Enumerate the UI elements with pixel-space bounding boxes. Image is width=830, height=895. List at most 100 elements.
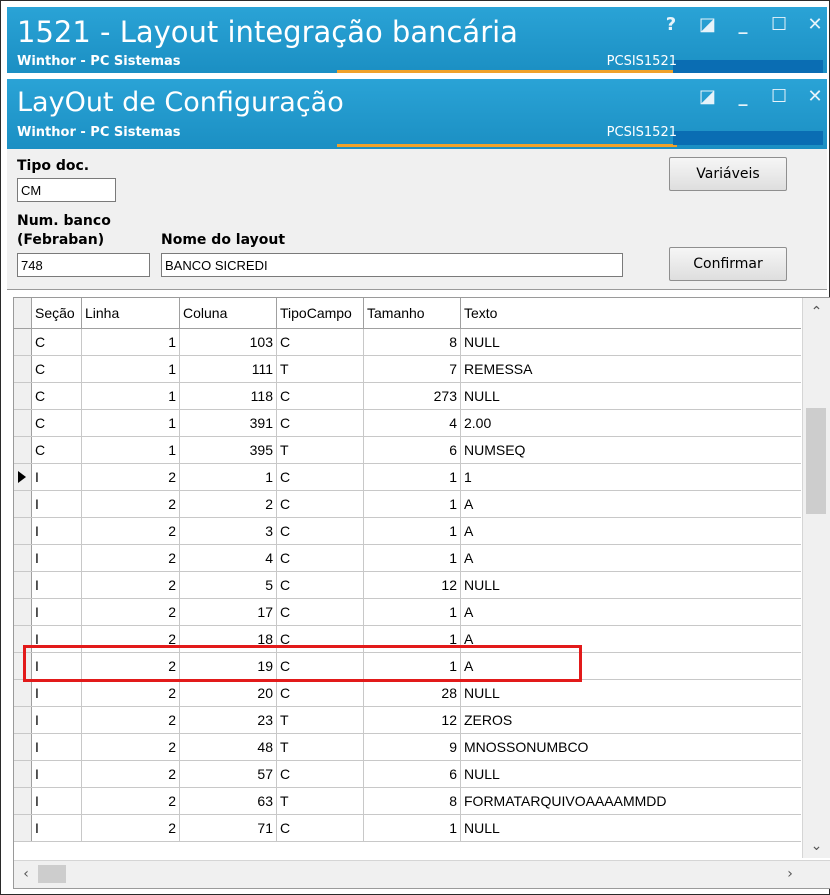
cell-texto[interactable]: MNOSSONUMBCO <box>461 734 801 760</box>
cell-coluna[interactable]: 395 <box>180 437 277 463</box>
cell-secao[interactable]: C <box>32 437 82 463</box>
cell-texto[interactable]: A <box>461 545 801 571</box>
cell-tamanho[interactable]: 1 <box>364 464 461 490</box>
cell-texto[interactable]: NULL <box>461 572 801 598</box>
cell-secao[interactable]: I <box>32 707 82 733</box>
restore-icon[interactable]: ◪ <box>699 87 716 107</box>
cell-coluna[interactable]: 3 <box>180 518 277 544</box>
cell-secao[interactable]: I <box>32 545 82 571</box>
cell-coluna[interactable]: 71 <box>180 815 277 841</box>
cell-linha[interactable]: 1 <box>82 329 180 355</box>
table-row[interactable]: C 1 391 C 4 2.00 <box>14 410 801 437</box>
row-indicator[interactable] <box>14 761 32 787</box>
row-indicator[interactable] <box>14 329 32 355</box>
cell-texto[interactable]: 1 <box>461 464 801 490</box>
table-row[interactable]: C 1 111 T 7 REMESSA <box>14 356 801 383</box>
table-row[interactable]: I 2 17 C 1 A <box>14 599 801 626</box>
cell-tamanho[interactable]: 1 <box>364 545 461 571</box>
cell-coluna[interactable]: 23 <box>180 707 277 733</box>
cell-texto[interactable]: ZEROS <box>461 707 801 733</box>
table-row[interactable]: I 2 48 T 9 MNOSSONUMBCO <box>14 734 801 761</box>
confirmar-button[interactable]: Confirmar <box>669 247 787 281</box>
cell-linha[interactable]: 1 <box>82 437 180 463</box>
cell-tipocampo[interactable]: C <box>277 491 364 517</box>
cell-tipocampo[interactable]: T <box>277 707 364 733</box>
cell-tamanho[interactable]: 7 <box>364 356 461 382</box>
table-row[interactable]: I 2 5 C 12 NULL <box>14 572 801 599</box>
cell-coluna[interactable]: 4 <box>180 545 277 571</box>
cell-tipocampo[interactable]: C <box>277 383 364 409</box>
cell-tipocampo[interactable]: T <box>277 356 364 382</box>
table-row[interactable]: C 1 395 T 6 NUMSEQ <box>14 437 801 464</box>
cell-secao[interactable]: I <box>32 464 82 490</box>
cell-texto[interactable]: A <box>461 518 801 544</box>
nome-layout-field[interactable]: BANCO SICREDI <box>161 253 623 277</box>
cell-texto[interactable]: FORMATARQUIVOAAAAMMDD <box>461 788 801 814</box>
maximize-icon[interactable]: ☐ <box>771 87 787 107</box>
cell-linha[interactable]: 2 <box>82 761 180 787</box>
cell-tamanho[interactable]: 6 <box>364 437 461 463</box>
cell-texto[interactable]: NUMSEQ <box>461 437 801 463</box>
cell-tamanho[interactable]: 273 <box>364 383 461 409</box>
column-header-tipocampo[interactable]: TipoCampo <box>277 298 364 328</box>
cell-secao[interactable]: C <box>32 410 82 436</box>
row-indicator[interactable] <box>14 491 32 517</box>
cell-linha[interactable]: 2 <box>82 707 180 733</box>
row-indicator[interactable] <box>14 410 32 436</box>
cell-coluna[interactable]: 17 <box>180 599 277 625</box>
column-header-linha[interactable]: Linha <box>82 298 180 328</box>
row-indicator[interactable] <box>14 815 32 841</box>
cell-tipocampo[interactable]: T <box>277 788 364 814</box>
cell-linha[interactable]: 2 <box>82 734 180 760</box>
help-icon[interactable]: ? <box>663 15 679 35</box>
table-row[interactable]: C 1 118 C 273 NULL <box>14 383 801 410</box>
row-indicator[interactable] <box>14 464 32 490</box>
vertical-scroll-thumb[interactable] <box>806 408 826 514</box>
scroll-up-icon[interactable]: ⌃ <box>803 302 830 322</box>
column-header-secao[interactable]: Seção <box>32 298 82 328</box>
scroll-left-icon[interactable]: ‹ <box>16 865 36 883</box>
cell-linha[interactable]: 2 <box>82 464 180 490</box>
cell-coluna[interactable]: 1 <box>180 464 277 490</box>
cell-tamanho[interactable]: 8 <box>364 329 461 355</box>
cell-secao[interactable]: I <box>32 599 82 625</box>
cell-texto[interactable]: 2.00 <box>461 410 801 436</box>
cell-texto[interactable]: A <box>461 491 801 517</box>
cell-tipocampo[interactable]: T <box>277 437 364 463</box>
cell-tamanho[interactable]: 1 <box>364 599 461 625</box>
cell-secao[interactable]: I <box>32 734 82 760</box>
cell-coluna[interactable]: 5 <box>180 572 277 598</box>
horizontal-scroll-thumb[interactable] <box>38 865 66 883</box>
cell-tamanho[interactable]: 1 <box>364 815 461 841</box>
scroll-down-icon[interactable]: ⌄ <box>803 836 830 856</box>
cell-linha[interactable]: 2 <box>82 572 180 598</box>
cell-tamanho[interactable]: 6 <box>364 761 461 787</box>
outer-titlebar[interactable]: 1521 - Layout integração bancária Wintho… <box>7 7 827 73</box>
column-header-coluna[interactable]: Coluna <box>180 298 277 328</box>
cell-linha[interactable]: 2 <box>82 545 180 571</box>
cell-tipocampo[interactable]: C <box>277 599 364 625</box>
cell-tamanho[interactable]: 12 <box>364 572 461 598</box>
variaveis-button[interactable]: Variáveis <box>669 157 787 191</box>
cell-tamanho[interactable]: 1 <box>364 518 461 544</box>
maximize-icon[interactable]: ☐ <box>771 15 787 35</box>
row-indicator[interactable] <box>14 518 32 544</box>
row-indicator[interactable] <box>14 788 32 814</box>
table-row[interactable]: I24C1A <box>14 545 801 572</box>
cell-tipocampo[interactable]: C <box>277 410 364 436</box>
cell-linha[interactable]: 1 <box>82 410 180 436</box>
row-indicator[interactable] <box>14 437 32 463</box>
cell-coluna[interactable]: 391 <box>180 410 277 436</box>
scroll-right-icon[interactable]: › <box>780 865 800 883</box>
cell-linha[interactable]: 2 <box>82 491 180 517</box>
cell-coluna[interactable]: 118 <box>180 383 277 409</box>
cell-coluna[interactable]: 111 <box>180 356 277 382</box>
cell-texto[interactable]: NULL <box>461 680 801 706</box>
cell-coluna[interactable]: 63 <box>180 788 277 814</box>
cell-tamanho[interactable]: 1 <box>364 491 461 517</box>
cell-coluna[interactable]: 103 <box>180 329 277 355</box>
cell-tipocampo[interactable]: C <box>277 464 364 490</box>
cell-tamanho[interactable]: 9 <box>364 734 461 760</box>
row-indicator[interactable] <box>14 572 32 598</box>
cell-secao[interactable]: I <box>32 788 82 814</box>
